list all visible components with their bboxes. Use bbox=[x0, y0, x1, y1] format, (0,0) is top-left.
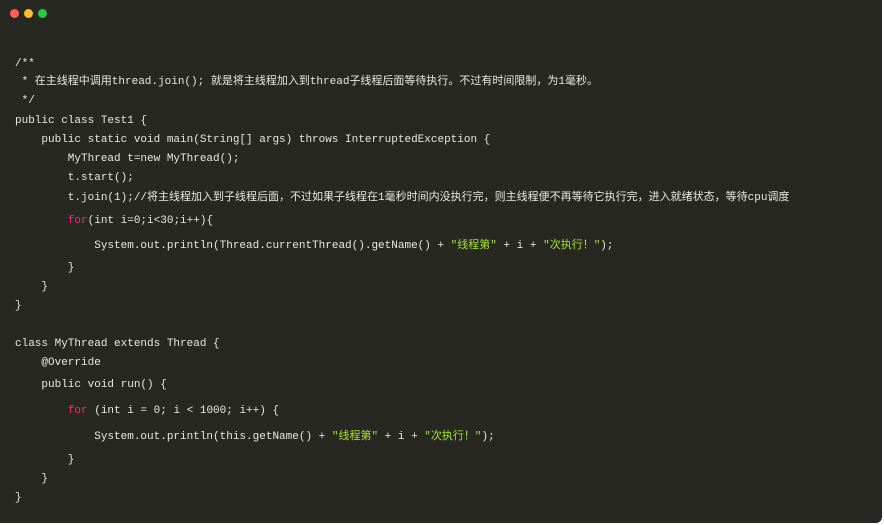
code-line: public void run() { bbox=[15, 378, 167, 392]
keyword-token: for bbox=[67, 405, 88, 417]
code-line: */ bbox=[15, 94, 35, 108]
code-line: public static void main(String[] args) t… bbox=[15, 133, 490, 147]
code-token: public static void main(String[] args) t… bbox=[15, 134, 491, 146]
maximize-button[interactable] bbox=[38, 9, 47, 18]
code-line: for (int i = 0; i < 1000; i++) { bbox=[15, 404, 279, 418]
code-token: } bbox=[15, 454, 75, 466]
comment-token: * 在主线程中调用thread.join(); 就是将主线程加入到thread子… bbox=[15, 76, 599, 88]
code-line: class MyThread extends Thread { bbox=[15, 337, 220, 351]
code-line: System.out.println(Thread.currentThread(… bbox=[15, 239, 614, 253]
code-line: } bbox=[15, 472, 48, 486]
code-token: System.out.println(this.getName() + bbox=[15, 431, 332, 443]
minimize-button[interactable] bbox=[24, 9, 33, 18]
code-token: System.out.println(Thread.currentThread(… bbox=[15, 240, 451, 252]
code-line: System.out.println(this.getName() + "线程第… bbox=[15, 430, 495, 444]
code-line: @Override bbox=[15, 356, 101, 370]
code-token: + i + bbox=[378, 431, 425, 443]
code-token: @Override bbox=[15, 357, 101, 369]
code-token: t.start(); bbox=[15, 172, 134, 184]
code-token: + i + bbox=[496, 240, 544, 252]
code-line: } bbox=[15, 453, 75, 467]
code-token: (int i=0;i<30;i++){ bbox=[87, 215, 214, 227]
string-token: "线程第" bbox=[450, 240, 497, 252]
close-button[interactable] bbox=[10, 9, 19, 18]
code-line: t.start(); bbox=[15, 171, 134, 185]
code-line: MyThread t=new MyThread(); bbox=[15, 152, 240, 166]
code-line: } bbox=[15, 280, 48, 294]
code-token: (int i = 0; i < 1000; i++) { bbox=[87, 405, 280, 417]
code-line: } bbox=[15, 261, 75, 275]
code-window: /** * 在主线程中调用thread.join(); 就是将主线程加入到thr… bbox=[0, 0, 882, 523]
comment-token: /** bbox=[15, 58, 35, 70]
string-token: "次执行！" bbox=[543, 240, 601, 252]
code-line: for(int i=0;i<30;i++){ bbox=[15, 214, 213, 228]
string-token: "线程第" bbox=[331, 431, 379, 443]
string-token: "次执行！" bbox=[424, 431, 482, 443]
code-token: ); bbox=[481, 431, 495, 443]
code-token: } bbox=[15, 300, 22, 312]
code-token: } bbox=[15, 262, 75, 274]
code-line: /** bbox=[15, 57, 35, 71]
code-token: MyThread t=new MyThread(); bbox=[15, 153, 240, 165]
code-token: public void run() { bbox=[15, 379, 167, 391]
code-token: } bbox=[15, 492, 22, 504]
comment-token: */ bbox=[15, 95, 35, 107]
code-token: } bbox=[15, 473, 49, 485]
code-line: public class Test1 { bbox=[15, 114, 147, 128]
code-token: t.join(1);//将主线程加入到子线程后面，不过如果子线程在1毫秒时间内没… bbox=[15, 192, 790, 204]
code-token: ); bbox=[600, 240, 614, 252]
code-line: } bbox=[15, 299, 22, 313]
code-line: * 在主线程中调用thread.join(); 就是将主线程加入到thread子… bbox=[15, 75, 598, 89]
keyword-token: for bbox=[67, 215, 88, 227]
code-line: } bbox=[15, 491, 22, 505]
code-line: t.join(1);//将主线程加入到子线程后面，不过如果子线程在1毫秒时间内没… bbox=[15, 191, 790, 205]
code-token: } bbox=[15, 281, 49, 293]
code-token: class MyThread extends Thread { bbox=[15, 338, 220, 350]
code-token: public class Test1 { bbox=[15, 115, 148, 127]
